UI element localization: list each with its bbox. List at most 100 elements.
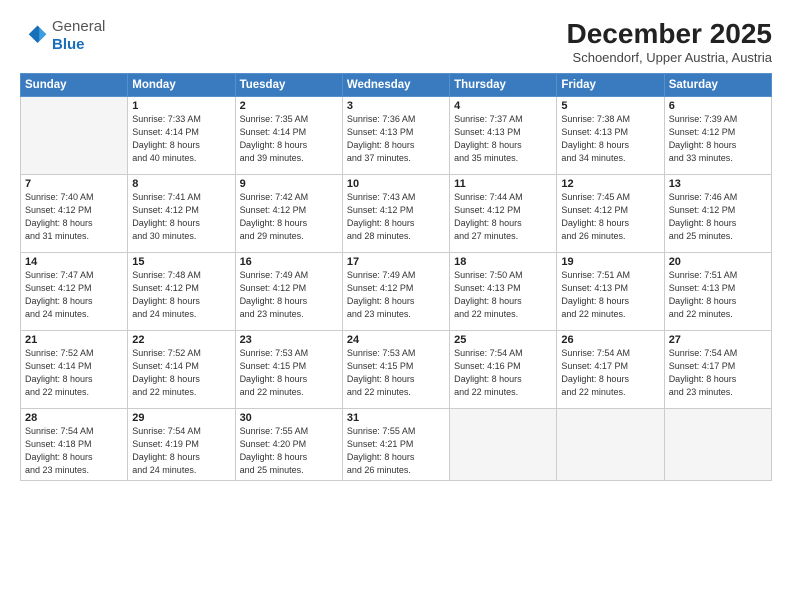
page: General Blue December 2025 Schoendorf, U… bbox=[0, 0, 792, 612]
day-number: 17 bbox=[347, 256, 445, 268]
day-info: Sunrise: 7:48 AM Sunset: 4:12 PM Dayligh… bbox=[132, 269, 230, 321]
table-row: 31Sunrise: 7:55 AM Sunset: 4:21 PM Dayli… bbox=[342, 409, 449, 481]
day-info: Sunrise: 7:49 AM Sunset: 4:12 PM Dayligh… bbox=[240, 269, 338, 321]
table-row: 14Sunrise: 7:47 AM Sunset: 4:12 PM Dayli… bbox=[21, 253, 128, 331]
table-row: 5Sunrise: 7:38 AM Sunset: 4:13 PM Daylig… bbox=[557, 97, 664, 175]
col-wednesday: Wednesday bbox=[342, 74, 449, 97]
logo-text: General Blue bbox=[52, 18, 105, 54]
day-number: 12 bbox=[561, 178, 659, 190]
day-info: Sunrise: 7:33 AM Sunset: 4:14 PM Dayligh… bbox=[132, 113, 230, 165]
header: General Blue December 2025 Schoendorf, U… bbox=[20, 18, 772, 65]
day-number: 6 bbox=[669, 100, 767, 112]
day-info: Sunrise: 7:54 AM Sunset: 4:17 PM Dayligh… bbox=[669, 347, 767, 399]
table-row: 18Sunrise: 7:50 AM Sunset: 4:13 PM Dayli… bbox=[450, 253, 557, 331]
table-row: 7Sunrise: 7:40 AM Sunset: 4:12 PM Daylig… bbox=[21, 175, 128, 253]
table-row: 19Sunrise: 7:51 AM Sunset: 4:13 PM Dayli… bbox=[557, 253, 664, 331]
logo-blue: Blue bbox=[52, 36, 85, 53]
day-info: Sunrise: 7:54 AM Sunset: 4:17 PM Dayligh… bbox=[561, 347, 659, 399]
table-row: 15Sunrise: 7:48 AM Sunset: 4:12 PM Dayli… bbox=[128, 253, 235, 331]
day-info: Sunrise: 7:35 AM Sunset: 4:14 PM Dayligh… bbox=[240, 113, 338, 165]
logo-general: General bbox=[52, 18, 105, 35]
day-number: 7 bbox=[25, 178, 123, 190]
day-number: 15 bbox=[132, 256, 230, 268]
day-number: 10 bbox=[347, 178, 445, 190]
day-info: Sunrise: 7:55 AM Sunset: 4:21 PM Dayligh… bbox=[347, 425, 445, 477]
day-number: 1 bbox=[132, 100, 230, 112]
day-info: Sunrise: 7:54 AM Sunset: 4:16 PM Dayligh… bbox=[454, 347, 552, 399]
day-number: 31 bbox=[347, 412, 445, 424]
day-info: Sunrise: 7:52 AM Sunset: 4:14 PM Dayligh… bbox=[132, 347, 230, 399]
day-info: Sunrise: 7:41 AM Sunset: 4:12 PM Dayligh… bbox=[132, 191, 230, 243]
day-info: Sunrise: 7:39 AM Sunset: 4:12 PM Dayligh… bbox=[669, 113, 767, 165]
table-row bbox=[557, 409, 664, 481]
day-number: 19 bbox=[561, 256, 659, 268]
table-row: 11Sunrise: 7:44 AM Sunset: 4:12 PM Dayli… bbox=[450, 175, 557, 253]
table-row bbox=[664, 409, 771, 481]
day-info: Sunrise: 7:50 AM Sunset: 4:13 PM Dayligh… bbox=[454, 269, 552, 321]
day-number: 9 bbox=[240, 178, 338, 190]
table-row: 12Sunrise: 7:45 AM Sunset: 4:12 PM Dayli… bbox=[557, 175, 664, 253]
day-number: 14 bbox=[25, 256, 123, 268]
day-info: Sunrise: 7:54 AM Sunset: 4:19 PM Dayligh… bbox=[132, 425, 230, 477]
day-number: 11 bbox=[454, 178, 552, 190]
table-row: 25Sunrise: 7:54 AM Sunset: 4:16 PM Dayli… bbox=[450, 331, 557, 409]
day-info: Sunrise: 7:54 AM Sunset: 4:18 PM Dayligh… bbox=[25, 425, 123, 477]
day-info: Sunrise: 7:44 AM Sunset: 4:12 PM Dayligh… bbox=[454, 191, 552, 243]
day-number: 22 bbox=[132, 334, 230, 346]
day-info: Sunrise: 7:42 AM Sunset: 4:12 PM Dayligh… bbox=[240, 191, 338, 243]
col-tuesday: Tuesday bbox=[235, 74, 342, 97]
day-number: 28 bbox=[25, 412, 123, 424]
day-info: Sunrise: 7:40 AM Sunset: 4:12 PM Dayligh… bbox=[25, 191, 123, 243]
day-info: Sunrise: 7:38 AM Sunset: 4:13 PM Dayligh… bbox=[561, 113, 659, 165]
day-info: Sunrise: 7:52 AM Sunset: 4:14 PM Dayligh… bbox=[25, 347, 123, 399]
table-row: 8Sunrise: 7:41 AM Sunset: 4:12 PM Daylig… bbox=[128, 175, 235, 253]
col-monday: Monday bbox=[128, 74, 235, 97]
day-info: Sunrise: 7:46 AM Sunset: 4:12 PM Dayligh… bbox=[669, 191, 767, 243]
table-row: 16Sunrise: 7:49 AM Sunset: 4:12 PM Dayli… bbox=[235, 253, 342, 331]
table-row: 28Sunrise: 7:54 AM Sunset: 4:18 PM Dayli… bbox=[21, 409, 128, 481]
calendar-subtitle: Schoendorf, Upper Austria, Austria bbox=[567, 50, 772, 65]
day-number: 26 bbox=[561, 334, 659, 346]
table-row: 3Sunrise: 7:36 AM Sunset: 4:13 PM Daylig… bbox=[342, 97, 449, 175]
day-number: 2 bbox=[240, 100, 338, 112]
calendar-table: Sunday Monday Tuesday Wednesday Thursday… bbox=[20, 73, 772, 481]
table-row: 2Sunrise: 7:35 AM Sunset: 4:14 PM Daylig… bbox=[235, 97, 342, 175]
table-row: 13Sunrise: 7:46 AM Sunset: 4:12 PM Dayli… bbox=[664, 175, 771, 253]
day-number: 5 bbox=[561, 100, 659, 112]
day-info: Sunrise: 7:53 AM Sunset: 4:15 PM Dayligh… bbox=[347, 347, 445, 399]
table-row: 30Sunrise: 7:55 AM Sunset: 4:20 PM Dayli… bbox=[235, 409, 342, 481]
logo-icon bbox=[20, 22, 48, 50]
day-number: 20 bbox=[669, 256, 767, 268]
day-info: Sunrise: 7:37 AM Sunset: 4:13 PM Dayligh… bbox=[454, 113, 552, 165]
day-info: Sunrise: 7:45 AM Sunset: 4:12 PM Dayligh… bbox=[561, 191, 659, 243]
day-number: 13 bbox=[669, 178, 767, 190]
table-row: 27Sunrise: 7:54 AM Sunset: 4:17 PM Dayli… bbox=[664, 331, 771, 409]
day-number: 21 bbox=[25, 334, 123, 346]
day-info: Sunrise: 7:55 AM Sunset: 4:20 PM Dayligh… bbox=[240, 425, 338, 477]
day-info: Sunrise: 7:49 AM Sunset: 4:12 PM Dayligh… bbox=[347, 269, 445, 321]
day-number: 30 bbox=[240, 412, 338, 424]
table-row: 10Sunrise: 7:43 AM Sunset: 4:12 PM Dayli… bbox=[342, 175, 449, 253]
day-info: Sunrise: 7:36 AM Sunset: 4:13 PM Dayligh… bbox=[347, 113, 445, 165]
table-row: 6Sunrise: 7:39 AM Sunset: 4:12 PM Daylig… bbox=[664, 97, 771, 175]
day-number: 4 bbox=[454, 100, 552, 112]
col-thursday: Thursday bbox=[450, 74, 557, 97]
day-info: Sunrise: 7:43 AM Sunset: 4:12 PM Dayligh… bbox=[347, 191, 445, 243]
table-row: 4Sunrise: 7:37 AM Sunset: 4:13 PM Daylig… bbox=[450, 97, 557, 175]
day-number: 23 bbox=[240, 334, 338, 346]
title-block: December 2025 Schoendorf, Upper Austria,… bbox=[567, 18, 772, 65]
day-info: Sunrise: 7:53 AM Sunset: 4:15 PM Dayligh… bbox=[240, 347, 338, 399]
day-number: 29 bbox=[132, 412, 230, 424]
day-number: 18 bbox=[454, 256, 552, 268]
table-row: 17Sunrise: 7:49 AM Sunset: 4:12 PM Dayli… bbox=[342, 253, 449, 331]
table-row: 29Sunrise: 7:54 AM Sunset: 4:19 PM Dayli… bbox=[128, 409, 235, 481]
calendar-title: December 2025 bbox=[567, 18, 772, 50]
table-row: 23Sunrise: 7:53 AM Sunset: 4:15 PM Dayli… bbox=[235, 331, 342, 409]
day-number: 27 bbox=[669, 334, 767, 346]
table-row bbox=[21, 97, 128, 175]
table-row: 26Sunrise: 7:54 AM Sunset: 4:17 PM Dayli… bbox=[557, 331, 664, 409]
col-sunday: Sunday bbox=[21, 74, 128, 97]
table-row: 1Sunrise: 7:33 AM Sunset: 4:14 PM Daylig… bbox=[128, 97, 235, 175]
table-row: 21Sunrise: 7:52 AM Sunset: 4:14 PM Dayli… bbox=[21, 331, 128, 409]
table-row: 22Sunrise: 7:52 AM Sunset: 4:14 PM Dayli… bbox=[128, 331, 235, 409]
